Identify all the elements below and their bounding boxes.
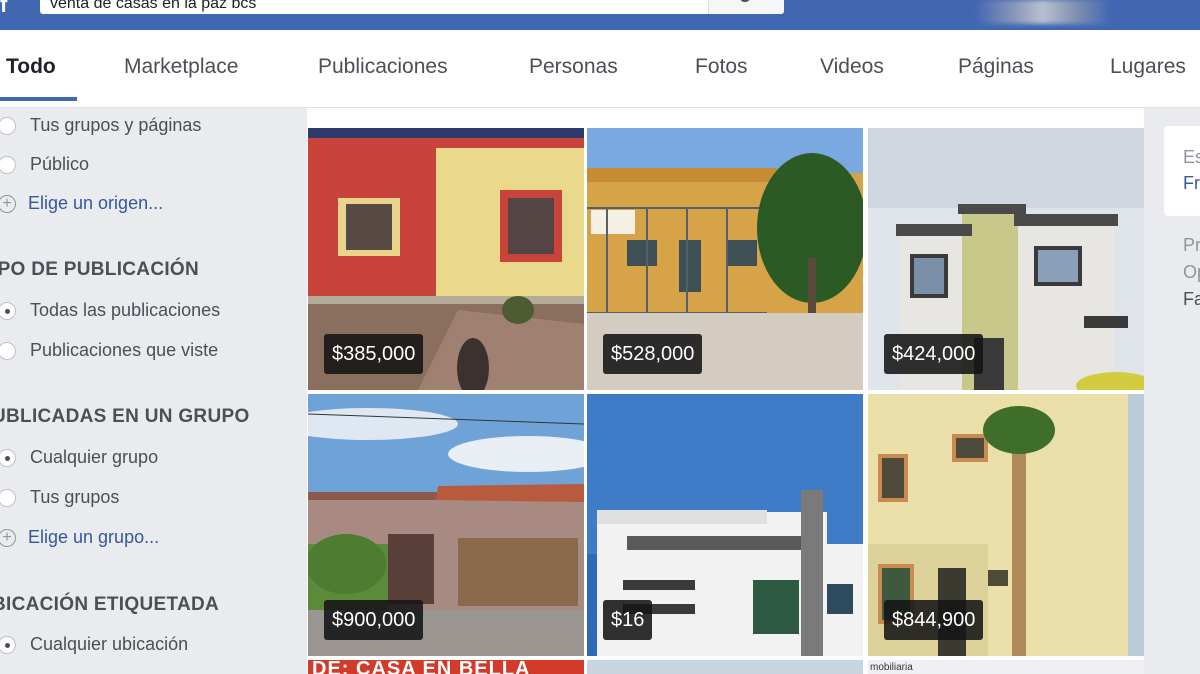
marketplace-results: $385,000 $528,000 $424,000 $900,000 $16 … [307,108,1144,674]
tab-fotos[interactable]: Fotos [695,55,748,79]
listing-card[interactable]: $900,000 [308,394,584,656]
listing-price: $528,000 [603,334,703,374]
right-panel-text: Pr [1183,235,1200,255]
listing-price: $844,900 [884,600,984,640]
facebook-logo-icon[interactable]: f [0,0,22,14]
tab-paginas[interactable]: Páginas [958,55,1034,79]
section-heading-location: BICACIÓN ETIQUETADA [0,594,220,615]
plus-icon: + [0,195,16,213]
listing-banner-text: DE: CASA EN BELLA [312,660,531,674]
tab-todo[interactable]: Todo [6,55,56,79]
top-navigation-bar: f [0,0,1200,30]
plus-icon: + [0,529,16,547]
radio-button[interactable] [0,489,16,507]
listing-price: $385,000 [324,334,424,374]
profile-avatar[interactable] [975,0,1110,24]
radio-button-selected[interactable] [0,302,16,320]
active-tab-indicator [0,97,77,101]
section-heading-group: UBLICADAS EN UN GRUPO [0,406,250,427]
search-button[interactable] [708,0,784,14]
radio-button[interactable] [0,156,16,174]
listing-price: $900,000 [324,600,424,640]
listing-caption-text: mobiliaria [870,662,913,673]
search-icon [739,0,751,2]
right-card-text: Es [1183,147,1200,167]
right-card-link[interactable]: Fr [1183,173,1200,194]
right-panel-card: Es Fr [1164,126,1200,216]
right-panel-text: Op [1183,262,1200,282]
radio-button[interactable] [0,117,16,135]
tab-marketplace[interactable]: Marketplace [124,55,238,79]
tab-lugares[interactable]: Lugares [1110,55,1186,79]
listing-card[interactable]: $528,000 [587,128,863,390]
tab-personas[interactable]: Personas [529,55,618,79]
right-panel-text: Fa [1183,289,1200,309]
radio-button[interactable] [0,342,16,360]
listing-card-partial[interactable]: mobiliaria [868,660,1144,674]
filters-sidebar: Tus grupos y páginas Público + Elige un … [0,108,307,674]
tab-publicaciones[interactable]: Publicaciones [318,55,448,79]
listing-card[interactable]: $844,900 [868,394,1144,656]
listing-card-partial[interactable] [587,660,863,674]
search-input[interactable] [40,0,704,14]
listing-card-partial[interactable]: DE: CASA EN BELLA [308,660,584,674]
tab-videos[interactable]: Videos [820,55,884,79]
radio-button-selected[interactable] [0,636,16,654]
search-filter-tabs: Todo Marketplace Publicaciones Personas … [0,30,1200,108]
listing-price: $16 [603,600,653,640]
listing-price: $424,000 [884,334,984,374]
search-box [40,0,784,14]
listing-card[interactable]: $424,000 [868,128,1144,390]
listing-card[interactable]: $16 [587,394,863,656]
section-heading-post-type: IPO DE PUBLICACIÓN [0,259,200,280]
radio-button-selected[interactable] [0,449,16,467]
listing-card[interactable]: $385,000 [308,128,584,390]
